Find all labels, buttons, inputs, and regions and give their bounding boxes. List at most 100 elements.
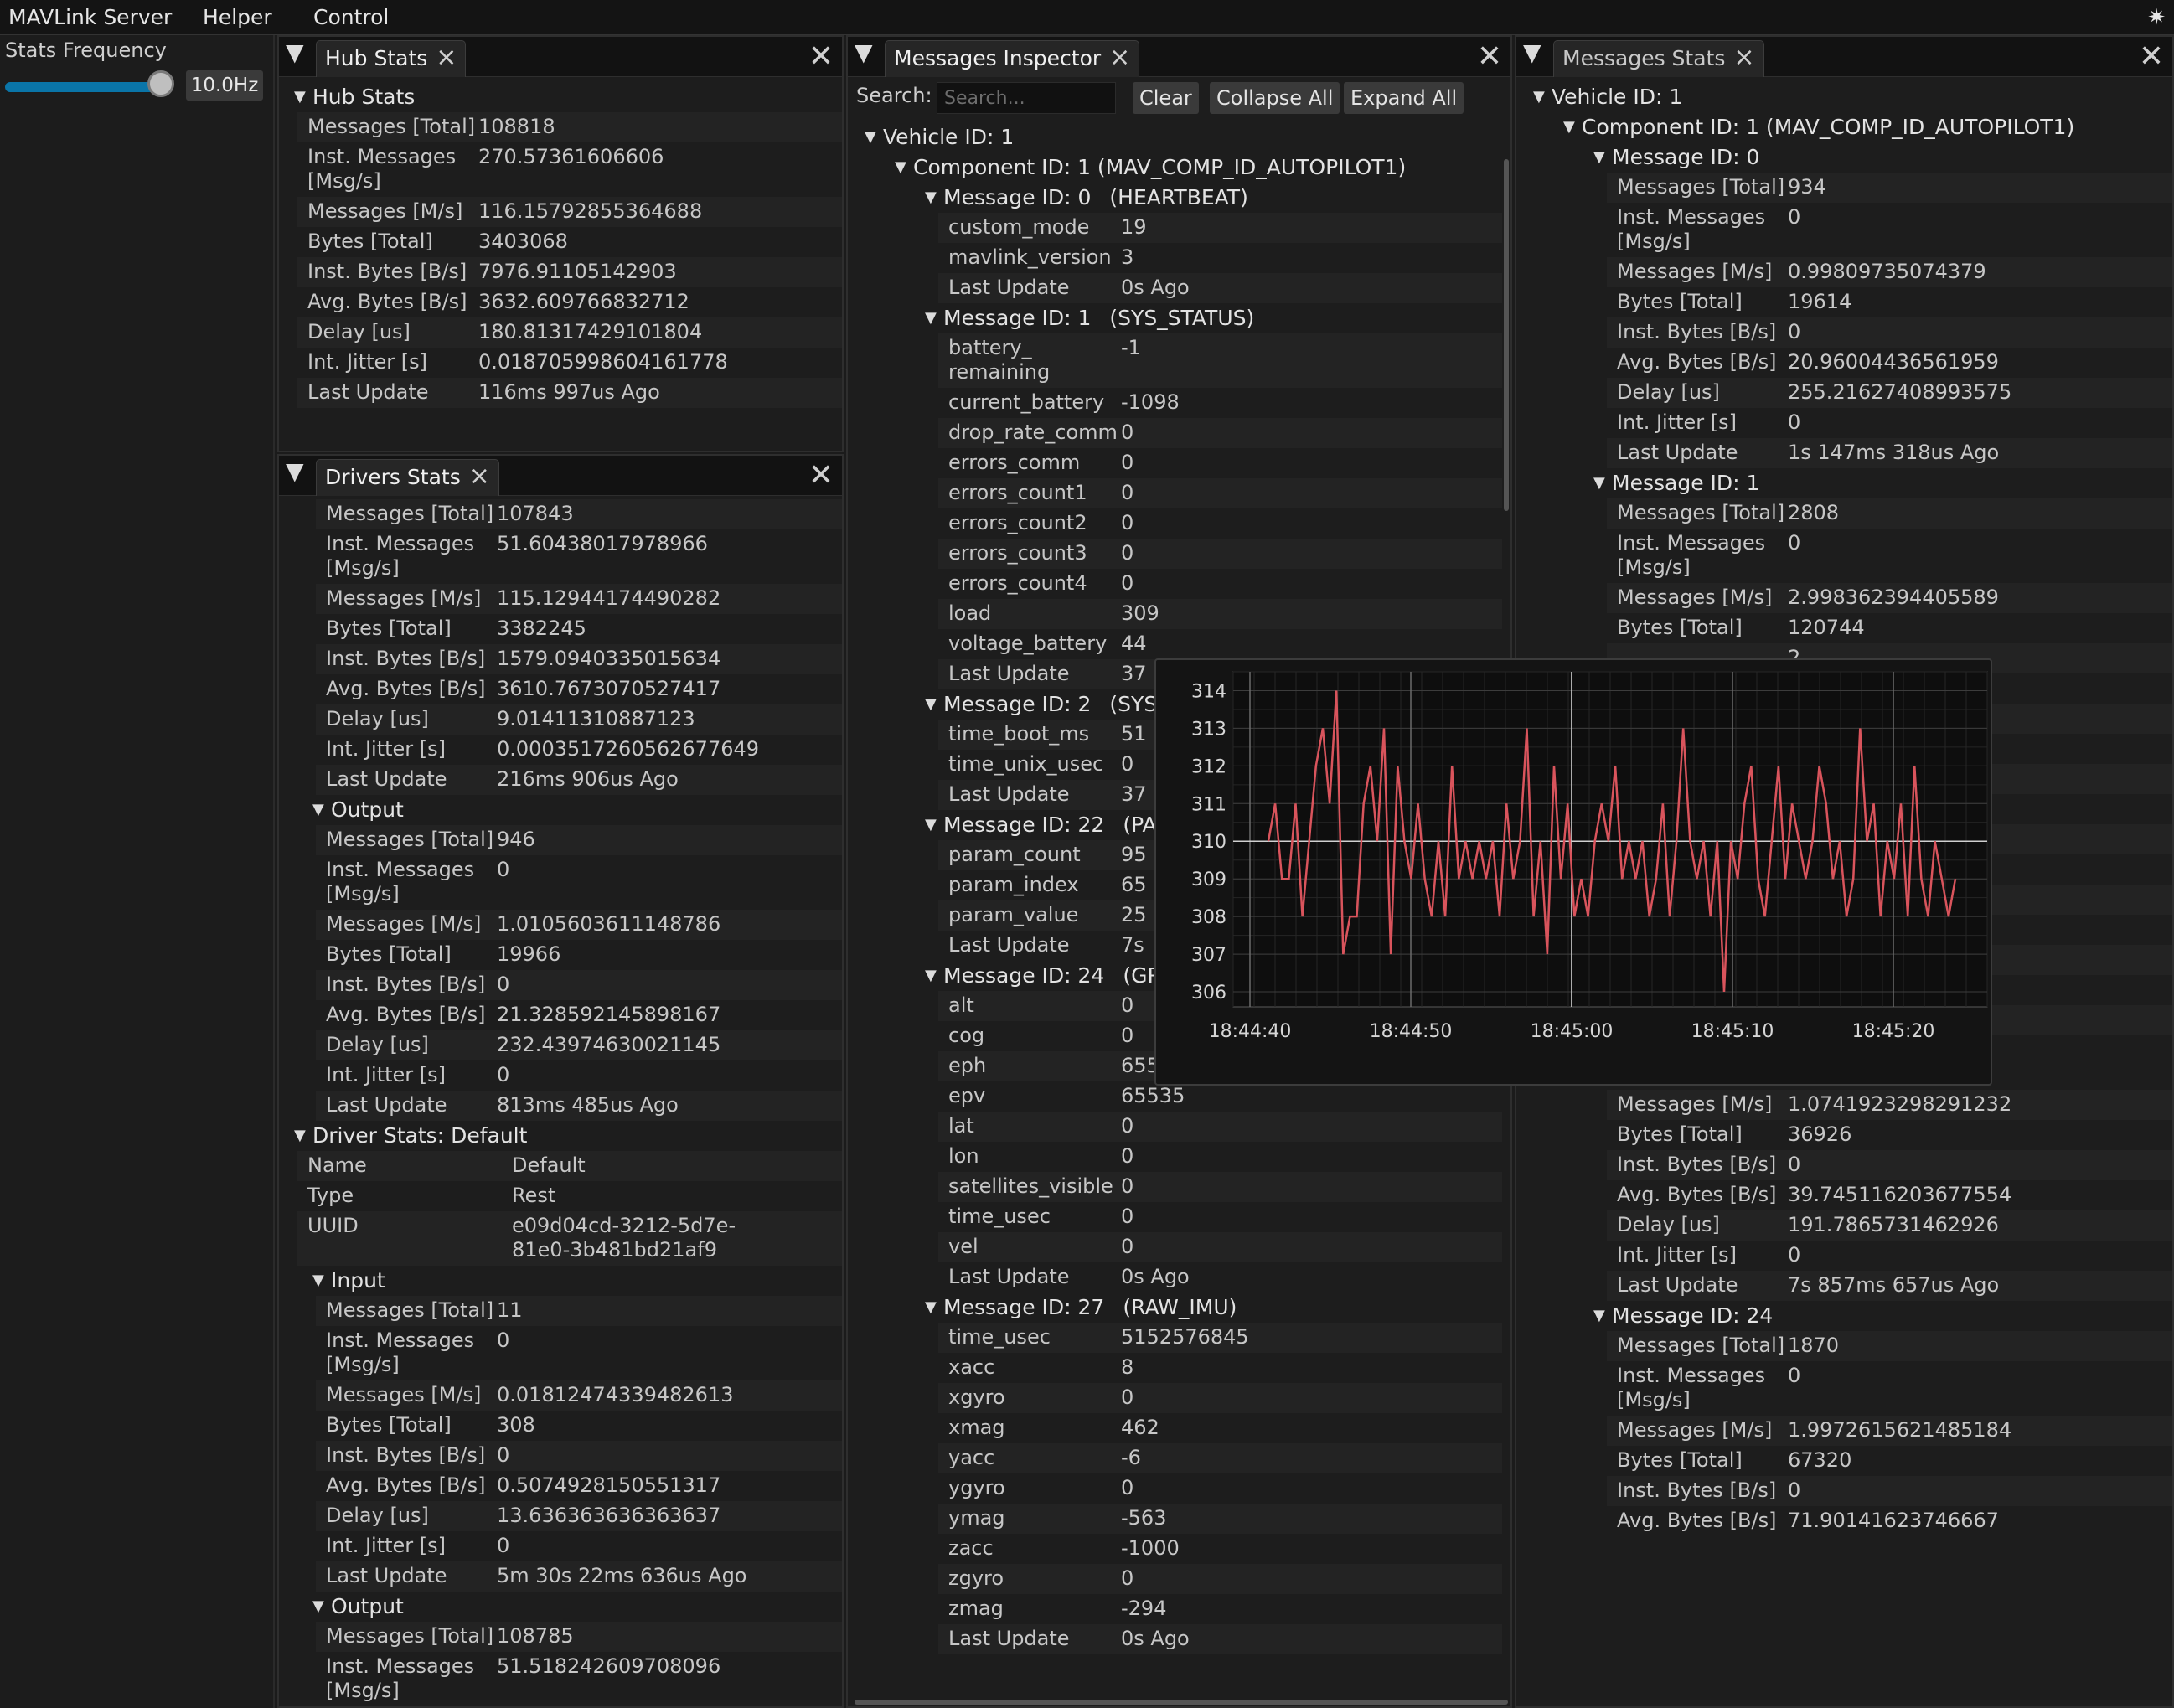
y-tick-label: 310	[1191, 832, 1226, 853]
stat-value: -1000	[1121, 1536, 1180, 1560]
collapse-arrow-icon[interactable]: ▼	[1523, 39, 1541, 66]
stat-key: load	[948, 601, 992, 625]
expand-triangle-icon[interactable]: ▼	[925, 689, 943, 720]
stat-key: Int. Jitter [s]	[1617, 410, 1738, 434]
menu-helper[interactable]: Helper	[203, 5, 272, 29]
expand-triangle-icon[interactable]: ▼	[925, 183, 943, 213]
expand-all-button[interactable]: Expand All	[1344, 82, 1464, 114]
stat-key: Messages [M/s]	[1617, 1092, 1773, 1116]
clear-button[interactable]: Clear	[1133, 82, 1199, 114]
message-node[interactable]: ▼ Message ID: 0 (HEARTBEAT)	[848, 183, 1502, 213]
component-node[interactable]: ▼ Component ID: 1 (MAV_COMP_ID_AUTOPILOT1…	[1516, 112, 2172, 142]
stat-key: zmag	[948, 1597, 1004, 1620]
component-node[interactable]: ▼ Component ID: 1 (MAV_COMP_ID_AUTOPILOT1…	[848, 152, 1502, 183]
stat-key: param_index	[948, 873, 1079, 896]
expand-triangle-icon[interactable]: ▼	[925, 303, 943, 333]
close-panel-icon[interactable]: ✕	[808, 456, 834, 496]
collapse-arrow-icon[interactable]: ▼	[855, 39, 873, 66]
stat-row: Last Update 7s 857ms 657us Ago	[1607, 1271, 2172, 1301]
sun-icon[interactable]: ✷	[2147, 5, 2166, 30]
stat-value: 0	[1121, 1566, 1134, 1590]
frequency-slider-knob[interactable]	[147, 70, 174, 97]
stat-value: 95	[1121, 843, 1147, 866]
frequency-slider[interactable]	[5, 82, 166, 92]
tab-messages-stats[interactable]: Messages Stats ×	[1553, 40, 1764, 77]
stat-row: voltage_battery 44	[938, 629, 1502, 659]
expand-triangle-icon[interactable]: ▼	[294, 82, 312, 112]
stat-key: Inst. Messages [Msg/s]	[326, 1329, 475, 1376]
stat-row: Bytes [Total] 19614	[1607, 287, 2172, 317]
stat-value: -1	[1121, 336, 1141, 359]
expand-triangle-icon[interactable]: ▼	[1563, 112, 1582, 142]
vehicle-node[interactable]: ▼ Vehicle ID: 1	[1516, 82, 2172, 112]
expand-triangle-icon[interactable]: ▼	[312, 795, 331, 825]
vertical-scrollbar[interactable]	[1504, 159, 1509, 511]
close-panel-icon[interactable]: ✕	[2139, 37, 2164, 77]
tab-drivers-stats[interactable]: Drivers Stats ×	[316, 459, 499, 496]
close-panel-icon[interactable]: ✕	[808, 37, 834, 77]
close-panel-icon[interactable]: ✕	[1477, 37, 1502, 77]
stat-value: 65535	[1121, 1084, 1185, 1107]
collapse-arrow-icon[interactable]: ▼	[286, 39, 304, 66]
expand-triangle-icon[interactable]: ▼	[895, 152, 913, 183]
close-tab-icon[interactable]: ×	[1733, 41, 1754, 75]
expand-triangle-icon[interactable]: ▼	[1593, 1301, 1612, 1331]
y-tick-label: 309	[1191, 869, 1226, 890]
hub-stats-header[interactable]: ▼ Hub Stats	[279, 82, 842, 112]
output-header[interactable]: ▼ Output	[279, 795, 842, 825]
tree-node-label: Output	[331, 1594, 404, 1618]
x-tick-label: 18:45:10	[1691, 1021, 1774, 1042]
horizontal-scrollbar[interactable]	[855, 1700, 1508, 1705]
output-header[interactable]: ▼ Output	[279, 1592, 842, 1622]
message-node[interactable]: ▼ Message ID: 1 (SYS_STATUS)	[848, 303, 1502, 333]
close-tab-icon[interactable]: ×	[469, 460, 490, 493]
stat-value: 0.01812474339482613	[497, 1383, 734, 1406]
stat-value: 0.018705998604161778	[478, 350, 728, 374]
expand-triangle-icon[interactable]: ▼	[1593, 468, 1612, 498]
vehicle-node[interactable]: ▼ Vehicle ID: 1	[848, 122, 1502, 152]
collapse-arrow-icon[interactable]: ▼	[286, 457, 304, 485]
stat-row: Inst. Bytes [B/s] 0	[1607, 1150, 2172, 1180]
close-tab-icon[interactable]: ×	[1109, 41, 1130, 75]
input-header[interactable]: ▼ Input	[279, 1266, 842, 1296]
expand-triangle-icon[interactable]: ▼	[925, 810, 943, 840]
stat-value: 0	[1121, 1114, 1134, 1138]
stat-value: 0	[497, 1534, 510, 1557]
stat-key: Inst. Messages [Msg/s]	[307, 145, 457, 193]
close-tab-icon[interactable]: ×	[436, 41, 457, 75]
stat-row: Delay [us] 13.636363636363637	[316, 1501, 842, 1531]
expand-triangle-icon[interactable]: ▼	[1533, 82, 1552, 112]
stat-row: Avg. Bytes [B/s] 3610.7673070527417	[316, 674, 842, 704]
collapse-all-button[interactable]: Collapse All	[1210, 82, 1340, 114]
stat-value: 36926	[1788, 1122, 1852, 1146]
stat-value: 462	[1121, 1416, 1159, 1439]
drivers-stats-titlebar: ▼ Drivers Stats × ✕	[279, 456, 842, 496]
expand-triangle-icon[interactable]: ▼	[312, 1592, 331, 1622]
message-node[interactable]: ▼ Message ID: 1	[1516, 468, 2172, 498]
driver-default-header[interactable]: ▼ Driver Stats: Default	[279, 1121, 842, 1151]
message-node[interactable]: ▼ Message ID: 0	[1516, 142, 2172, 173]
search-input[interactable]	[937, 82, 1116, 114]
expand-triangle-icon[interactable]: ▼	[1593, 142, 1612, 173]
stat-value: 9.01411310887123	[497, 707, 695, 730]
stat-row: Inst. Bytes [B/s] 7976.91105142903	[297, 257, 842, 287]
expand-triangle-icon[interactable]: ▼	[925, 1293, 943, 1323]
stat-key: time_boot_ms	[948, 722, 1090, 746]
stat-key: Inst. Bytes [B/s]	[1617, 1153, 1777, 1176]
expand-triangle-icon[interactable]: ▼	[865, 122, 883, 152]
tab-hub-stats[interactable]: Hub Stats ×	[316, 40, 467, 77]
message-node[interactable]: ▼ Message ID: 27 (RAW_IMU)	[848, 1293, 1502, 1323]
frequency-value[interactable]: 10.0Hz	[186, 70, 263, 101]
message-node[interactable]: ▼ Message ID: 24	[1516, 1301, 2172, 1331]
stat-row: xmag 462	[938, 1413, 1502, 1443]
expand-triangle-icon[interactable]: ▼	[312, 1266, 331, 1296]
expand-triangle-icon[interactable]: ▼	[925, 961, 943, 991]
menu-control[interactable]: Control	[313, 5, 389, 29]
tab-messages-inspector[interactable]: Messages Inspector ×	[885, 40, 1140, 77]
stat-row: Messages [Total] 1870	[1607, 1331, 2172, 1361]
stat-value: 0	[1788, 410, 1801, 434]
menu-mavlink-server[interactable]: MAVLink Server	[8, 5, 172, 29]
stat-row: Int. Jitter [s] 0	[316, 1060, 842, 1091]
stat-key: battery_ remaining	[948, 336, 1051, 384]
expand-triangle-icon[interactable]: ▼	[294, 1121, 312, 1151]
